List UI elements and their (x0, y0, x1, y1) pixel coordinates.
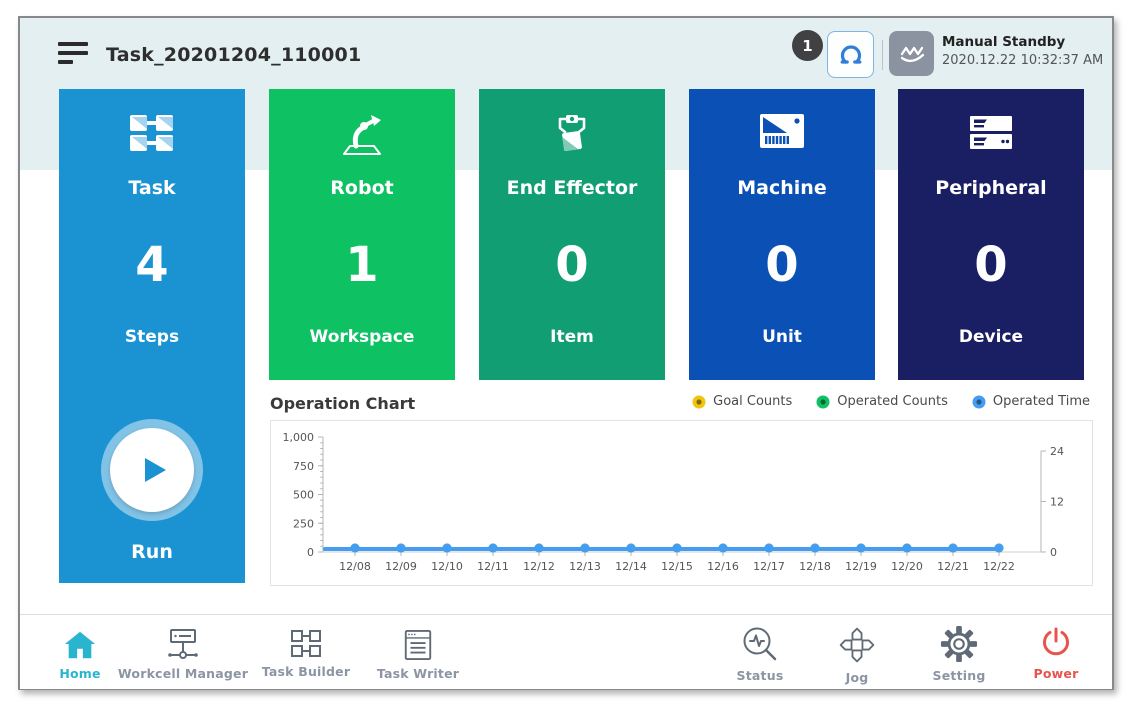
bottom-nav: Home Workcell Manager (20, 614, 1112, 689)
svg-text:250: 250 (293, 517, 314, 530)
card-unit: Device (898, 327, 1084, 347)
nav-home[interactable]: Home (44, 623, 116, 681)
card-task[interactable]: Task 4 Steps Run (59, 89, 245, 583)
card-unit: Workspace (269, 327, 455, 347)
setting-gear-icon (940, 625, 978, 663)
play-icon (132, 450, 172, 490)
callout-1-badge: 1 (792, 30, 823, 61)
svg-text:12: 12 (1050, 496, 1064, 509)
legend-dot-icon (816, 395, 830, 409)
nav-setting[interactable]: Setting (908, 619, 1010, 683)
manual-mode-button[interactable] (889, 31, 934, 76)
svg-text:12/21: 12/21 (937, 560, 969, 573)
card-label: Robot (269, 177, 455, 199)
task-builder-icon (288, 629, 324, 659)
hand-icon (896, 39, 928, 69)
card-label: Machine (689, 177, 875, 199)
svg-text:12/10: 12/10 (431, 560, 463, 573)
page-title: Task_20201204_110001 (106, 44, 361, 66)
legend-dot-icon (692, 395, 706, 409)
legend-operated-time: Operated Time (972, 394, 1090, 409)
chart-legend: Goal Counts Operated Counts Operated Tim… (692, 394, 1090, 409)
datetime-label: 2020.12.22 10:32:37 AM (942, 53, 1103, 68)
svg-text:12/14: 12/14 (615, 560, 647, 573)
card-unit: Steps (59, 327, 245, 347)
svg-text:12/16: 12/16 (707, 560, 739, 573)
nav-workcell-manager[interactable]: Workcell Manager (116, 623, 250, 681)
card-label: Task (59, 177, 245, 199)
app-window: Task_20201204_110001 1 Manual Standby 20… (18, 16, 1114, 690)
home-icon (63, 629, 97, 661)
nav-status[interactable]: Status (714, 619, 806, 683)
hamburger-icon (58, 42, 88, 46)
card-value: 0 (479, 237, 665, 293)
svg-text:500: 500 (293, 489, 314, 502)
svg-text:12/13: 12/13 (569, 560, 601, 573)
svg-text:12/08: 12/08 (339, 560, 371, 573)
server-rack-icon (898, 113, 1084, 153)
svg-text:12/22: 12/22 (983, 560, 1015, 573)
svg-text:0: 0 (1050, 546, 1057, 559)
card-value: 1 (269, 237, 455, 293)
nav-task-builder[interactable]: Task Builder (250, 623, 362, 679)
operation-chart-title: Operation Chart (270, 394, 415, 413)
header-divider (882, 40, 883, 70)
card-value: 0 (898, 237, 1084, 293)
card-peripheral[interactable]: Peripheral 0 Device (898, 89, 1084, 380)
card-end-effector[interactable]: End Effector 0 Item (479, 89, 665, 380)
mode-label: Manual Standby (942, 34, 1103, 50)
card-unit: Unit (689, 327, 875, 347)
run-label: Run (59, 541, 245, 563)
gripper-button[interactable] (827, 31, 874, 78)
svg-text:12/15: 12/15 (661, 560, 693, 573)
legend-operated-counts: Operated Counts (816, 394, 948, 409)
screen: Task_20201204_110001 1 Manual Standby 20… (0, 0, 1134, 708)
card-value: 0 (689, 237, 875, 293)
svg-text:12/18: 12/18 (799, 560, 831, 573)
gripper-icon (836, 40, 866, 70)
nav-task-writer[interactable]: Task Writer (362, 623, 474, 681)
svg-text:12/12: 12/12 (523, 560, 555, 573)
svg-text:750: 750 (293, 460, 314, 473)
svg-text:12/09: 12/09 (385, 560, 417, 573)
machine-icon (689, 113, 875, 149)
card-value: 4 (59, 237, 245, 293)
status-icon (741, 625, 779, 663)
robot-mode-status: Manual Standby 2020.12.22 10:32:37 AM (942, 34, 1103, 68)
robot-arm-icon (269, 113, 455, 157)
card-robot[interactable]: Robot 1 Workspace (269, 89, 455, 380)
card-label: End Effector (479, 177, 665, 199)
nav-power[interactable]: Power (1010, 619, 1102, 681)
svg-text:12/17: 12/17 (753, 560, 785, 573)
workcell-manager-icon (163, 629, 203, 661)
legend-goal-counts: Goal Counts (692, 394, 792, 409)
svg-text:12/11: 12/11 (477, 560, 509, 573)
card-label: Peripheral (898, 177, 1084, 199)
task-icon (59, 113, 245, 153)
svg-text:1,000: 1,000 (283, 431, 315, 444)
jog-dpad-icon (837, 625, 877, 665)
nav-jog[interactable]: Jog (806, 619, 908, 685)
svg-text:0: 0 (307, 546, 314, 559)
legend-dot-icon (972, 395, 986, 409)
menu-button[interactable] (58, 42, 90, 68)
operation-chart-svg: 0 250 500 750 1,000 0 12 24 12/08 12/09 12/10 12/11… (271, 421, 1092, 585)
svg-text:12/19: 12/19 (845, 560, 877, 573)
svg-text:24: 24 (1050, 445, 1064, 458)
card-machine[interactable]: Machine 0 Unit (689, 89, 875, 380)
svg-text:12/20: 12/20 (891, 560, 923, 573)
gripper-box-icon (479, 113, 665, 157)
task-writer-icon (402, 629, 434, 661)
card-unit: Item (479, 327, 665, 347)
run-button[interactable] (101, 419, 203, 521)
operation-chart: 0 250 500 750 1,000 0 12 24 12/08 12/09 12/10 12/11… (270, 420, 1093, 586)
power-icon (1038, 625, 1074, 661)
